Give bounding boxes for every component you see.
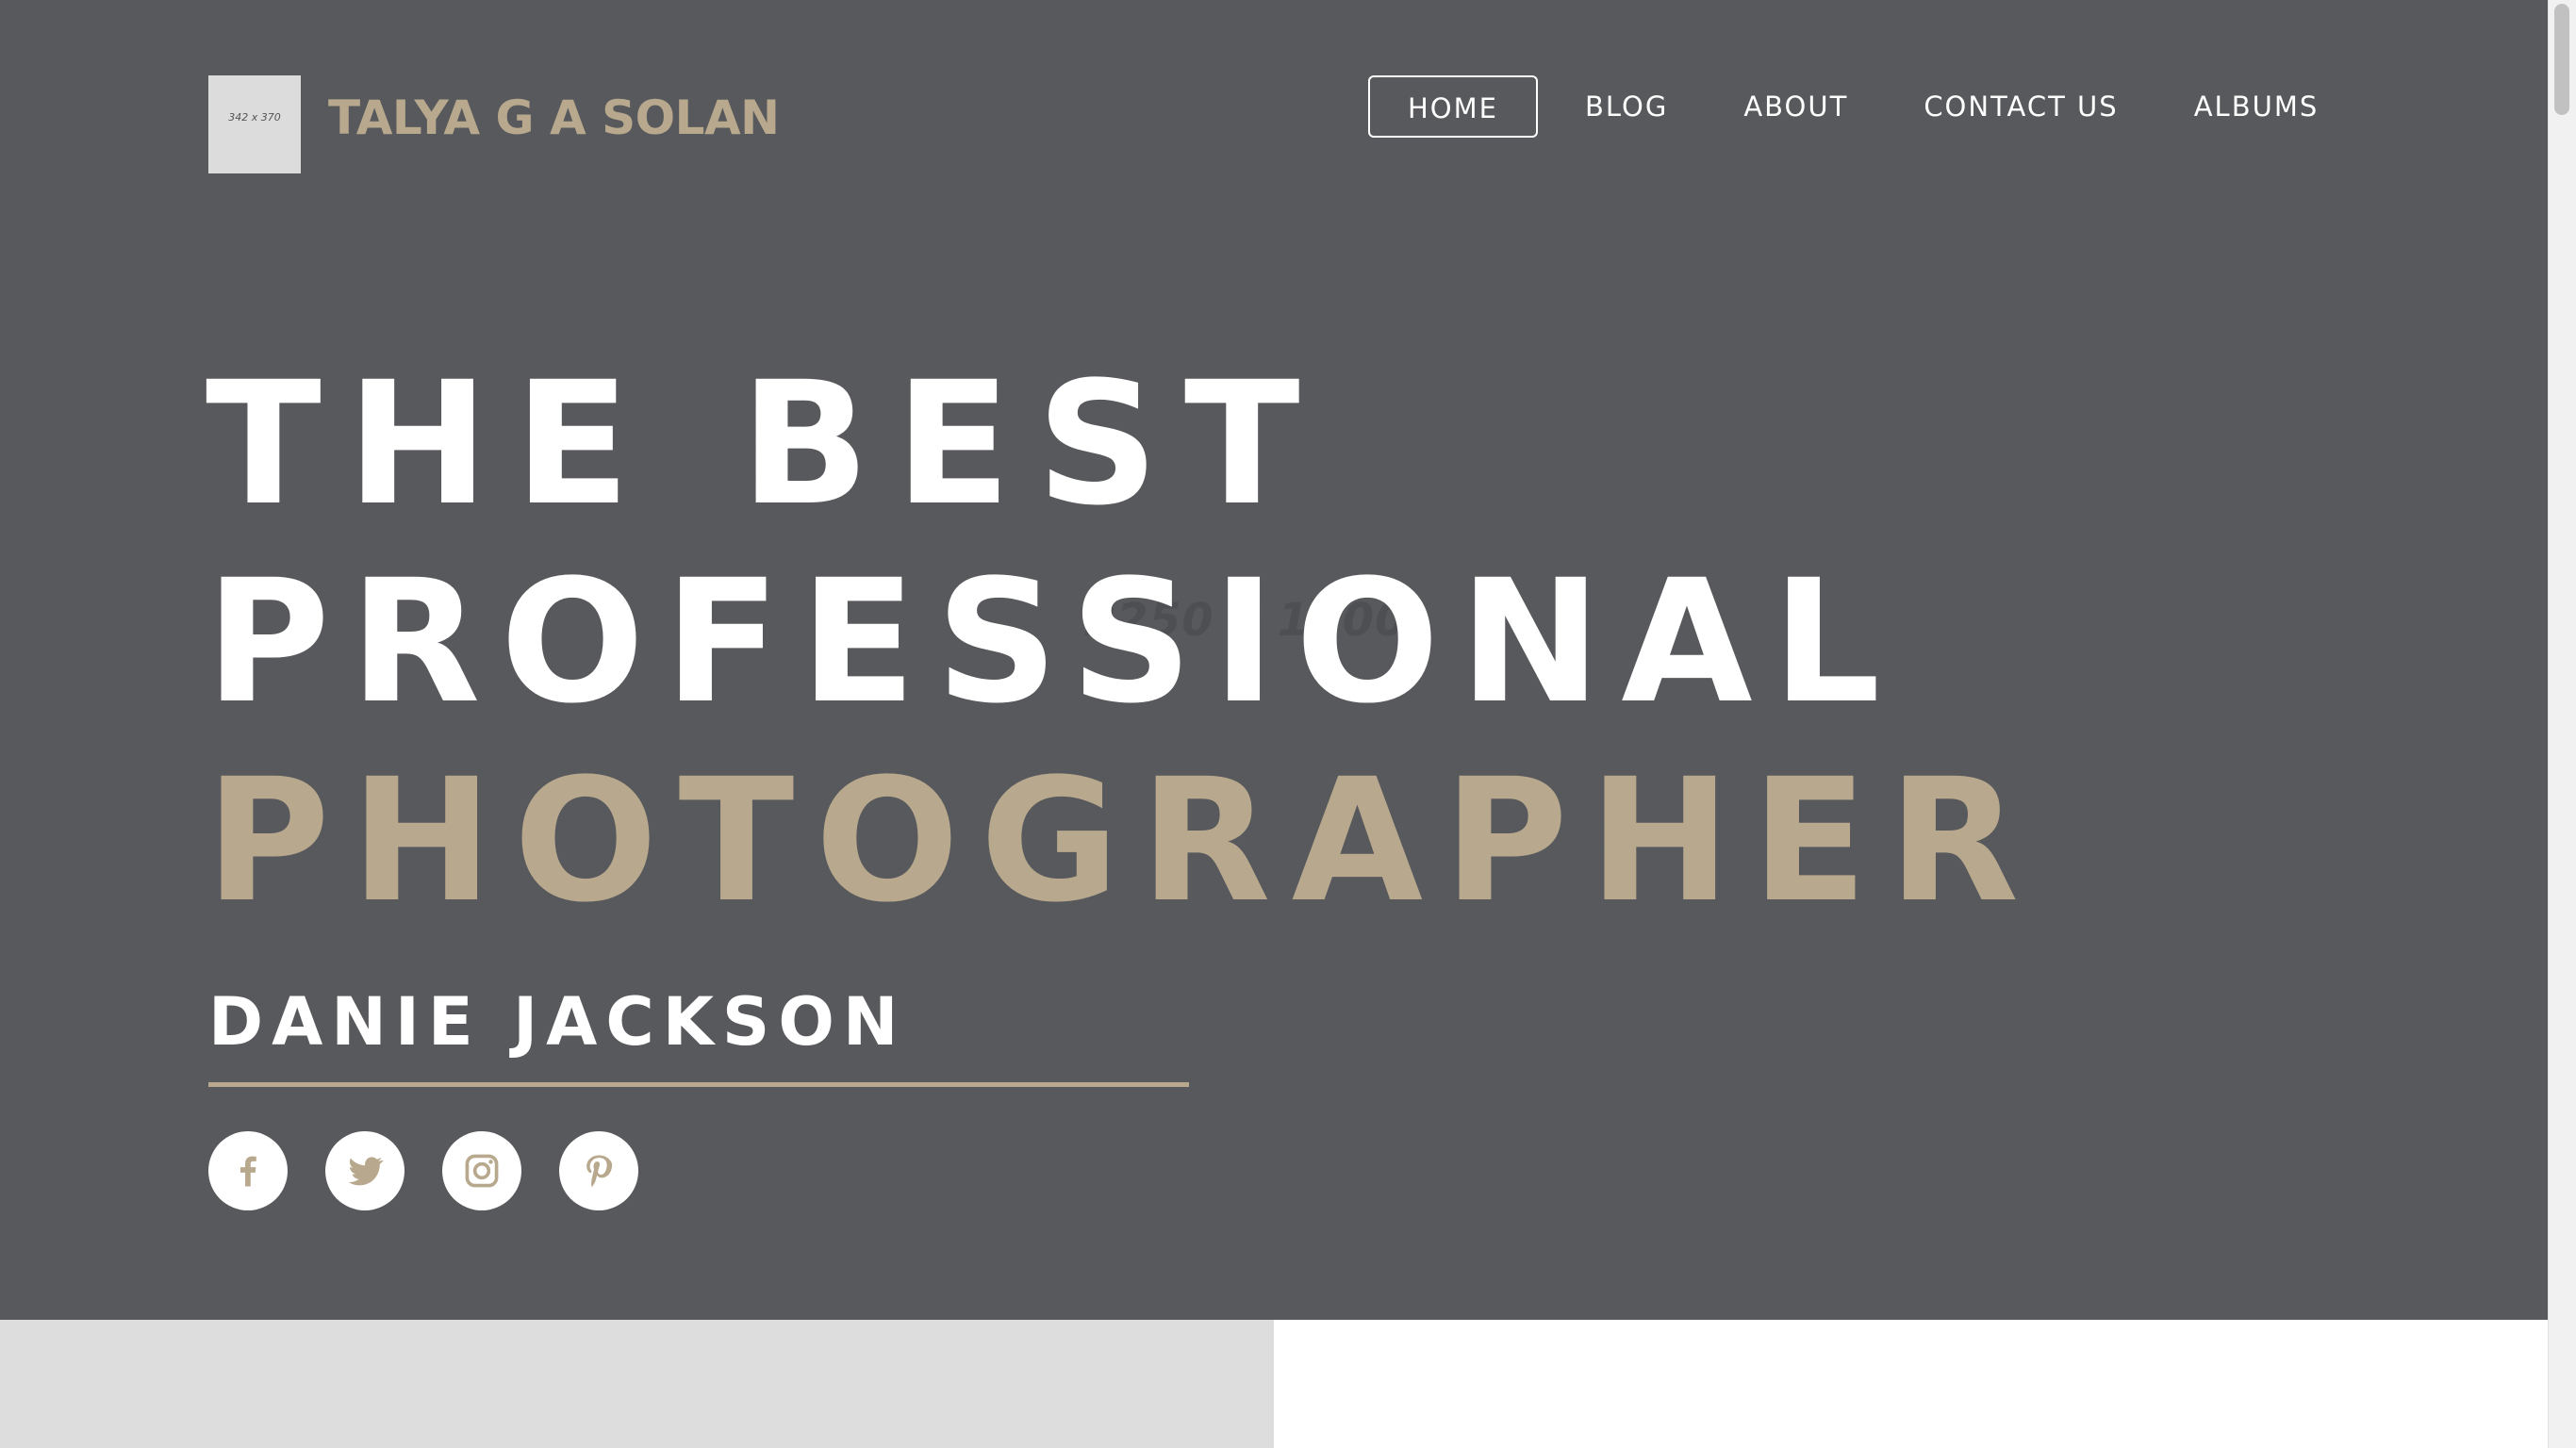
headline-line-2: PROFESSIONAL <box>206 544 1901 741</box>
hero-section: 2250 x 1500 342 x 370 TALYA G A SOLAN HO… <box>0 0 2548 1320</box>
brand-name[interactable]: TALYA G A SOLAN <box>328 90 780 145</box>
pinterest-icon <box>586 1155 613 1187</box>
main-nav: HOME BLOG ABOUT CONTACT US ALBUMS <box>1368 75 2356 138</box>
page: 2250 x 1500 342 x 370 TALYA G A SOLAN HO… <box>0 0 2576 1448</box>
nav-contact-us[interactable]: CONTACT US <box>1886 75 2155 138</box>
headline-line-3: PHOTOGRAPHER <box>206 743 2040 940</box>
nav-about[interactable]: ABOUT <box>1706 75 1886 138</box>
bottom-image-panel <box>0 1320 1274 1448</box>
twitter-link[interactable] <box>325 1131 405 1210</box>
twitter-icon <box>348 1157 384 1186</box>
headline-line-1: THE BEST <box>206 346 1326 543</box>
facebook-icon <box>239 1156 256 1187</box>
nav-home[interactable]: HOME <box>1368 75 1538 138</box>
nav-blog[interactable]: BLOG <box>1547 75 1706 138</box>
scrollbar-thumb[interactable] <box>2554 4 2569 115</box>
nav-albums[interactable]: ALBUMS <box>2156 75 2357 138</box>
logo-placeholder-label: 342 x 370 <box>228 111 281 123</box>
vertical-scrollbar[interactable] <box>2548 0 2576 1448</box>
accent-divider <box>208 1082 1189 1087</box>
bottom-content-panel <box>1274 1320 2548 1448</box>
facebook-link[interactable] <box>208 1131 288 1210</box>
social-links <box>208 1131 676 1210</box>
logo-image[interactable]: 342 x 370 <box>208 75 301 173</box>
instagram-link[interactable] <box>442 1131 521 1210</box>
instagram-icon <box>465 1154 499 1188</box>
pinterest-link[interactable] <box>559 1131 638 1210</box>
photographer-name: DANIE JACKSON <box>208 983 907 1061</box>
